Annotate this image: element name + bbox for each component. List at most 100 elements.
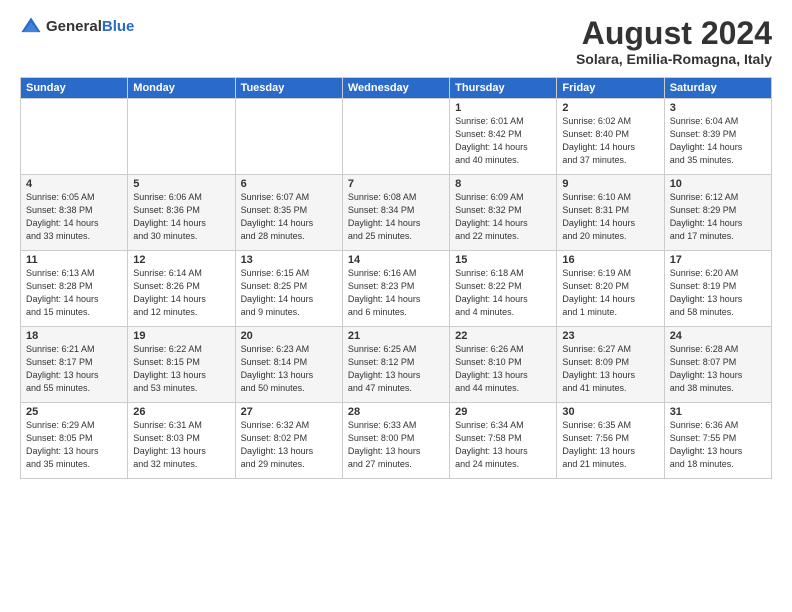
day-info: Sunrise: 6:34 AM Sunset: 7:58 PM Dayligh… [455, 419, 551, 471]
calendar-cell: 11Sunrise: 6:13 AM Sunset: 8:28 PM Dayli… [21, 251, 128, 327]
day-info: Sunrise: 6:19 AM Sunset: 8:20 PM Dayligh… [562, 267, 658, 319]
day-number: 27 [241, 406, 337, 418]
day-number: 24 [670, 330, 766, 342]
calendar-cell [235, 99, 342, 175]
calendar-cell: 10Sunrise: 6:12 AM Sunset: 8:29 PM Dayli… [664, 175, 771, 251]
location: Solara, Emilia-Romagna, Italy [576, 51, 772, 67]
calendar-week-row: 11Sunrise: 6:13 AM Sunset: 8:28 PM Dayli… [21, 251, 772, 327]
logo: GeneralBlue [20, 16, 134, 38]
calendar-cell: 22Sunrise: 6:26 AM Sunset: 8:10 PM Dayli… [450, 327, 557, 403]
calendar-cell: 23Sunrise: 6:27 AM Sunset: 8:09 PM Dayli… [557, 327, 664, 403]
calendar-day-header: Wednesday [342, 78, 449, 99]
day-number: 10 [670, 178, 766, 190]
day-info: Sunrise: 6:04 AM Sunset: 8:39 PM Dayligh… [670, 115, 766, 167]
day-info: Sunrise: 6:29 AM Sunset: 8:05 PM Dayligh… [26, 419, 122, 471]
calendar-cell: 26Sunrise: 6:31 AM Sunset: 8:03 PM Dayli… [128, 403, 235, 479]
logo-general: General [46, 18, 102, 35]
day-info: Sunrise: 6:33 AM Sunset: 8:00 PM Dayligh… [348, 419, 444, 471]
day-info: Sunrise: 6:23 AM Sunset: 8:14 PM Dayligh… [241, 343, 337, 395]
day-info: Sunrise: 6:26 AM Sunset: 8:10 PM Dayligh… [455, 343, 551, 395]
day-number: 4 [26, 178, 122, 190]
calendar: SundayMondayTuesdayWednesdayThursdayFrid… [20, 77, 772, 479]
day-info: Sunrise: 6:18 AM Sunset: 8:22 PM Dayligh… [455, 267, 551, 319]
day-info: Sunrise: 6:12 AM Sunset: 8:29 PM Dayligh… [670, 191, 766, 243]
day-number: 28 [348, 406, 444, 418]
day-number: 31 [670, 406, 766, 418]
calendar-cell: 14Sunrise: 6:16 AM Sunset: 8:23 PM Dayli… [342, 251, 449, 327]
calendar-day-header: Saturday [664, 78, 771, 99]
day-info: Sunrise: 6:28 AM Sunset: 8:07 PM Dayligh… [670, 343, 766, 395]
calendar-cell: 29Sunrise: 6:34 AM Sunset: 7:58 PM Dayli… [450, 403, 557, 479]
calendar-day-header: Tuesday [235, 78, 342, 99]
calendar-cell: 20Sunrise: 6:23 AM Sunset: 8:14 PM Dayli… [235, 327, 342, 403]
day-info: Sunrise: 6:20 AM Sunset: 8:19 PM Dayligh… [670, 267, 766, 319]
day-info: Sunrise: 6:35 AM Sunset: 7:56 PM Dayligh… [562, 419, 658, 471]
day-info: Sunrise: 6:02 AM Sunset: 8:40 PM Dayligh… [562, 115, 658, 167]
day-number: 30 [562, 406, 658, 418]
day-info: Sunrise: 6:10 AM Sunset: 8:31 PM Dayligh… [562, 191, 658, 243]
calendar-cell: 19Sunrise: 6:22 AM Sunset: 8:15 PM Dayli… [128, 327, 235, 403]
day-info: Sunrise: 6:06 AM Sunset: 8:36 PM Dayligh… [133, 191, 229, 243]
day-info: Sunrise: 6:08 AM Sunset: 8:34 PM Dayligh… [348, 191, 444, 243]
day-number: 25 [26, 406, 122, 418]
day-number: 14 [348, 254, 444, 266]
day-number: 22 [455, 330, 551, 342]
day-number: 21 [348, 330, 444, 342]
calendar-cell: 2Sunrise: 6:02 AM Sunset: 8:40 PM Daylig… [557, 99, 664, 175]
day-info: Sunrise: 6:25 AM Sunset: 8:12 PM Dayligh… [348, 343, 444, 395]
day-number: 17 [670, 254, 766, 266]
calendar-cell: 1Sunrise: 6:01 AM Sunset: 8:42 PM Daylig… [450, 99, 557, 175]
calendar-cell: 13Sunrise: 6:15 AM Sunset: 8:25 PM Dayli… [235, 251, 342, 327]
day-info: Sunrise: 6:15 AM Sunset: 8:25 PM Dayligh… [241, 267, 337, 319]
calendar-cell [128, 99, 235, 175]
day-info: Sunrise: 6:21 AM Sunset: 8:17 PM Dayligh… [26, 343, 122, 395]
calendar-cell: 12Sunrise: 6:14 AM Sunset: 8:26 PM Dayli… [128, 251, 235, 327]
calendar-cell: 18Sunrise: 6:21 AM Sunset: 8:17 PM Dayli… [21, 327, 128, 403]
calendar-week-row: 18Sunrise: 6:21 AM Sunset: 8:17 PM Dayli… [21, 327, 772, 403]
logo-blue: Blue [102, 18, 135, 35]
calendar-cell [342, 99, 449, 175]
calendar-cell: 8Sunrise: 6:09 AM Sunset: 8:32 PM Daylig… [450, 175, 557, 251]
calendar-day-header: Sunday [21, 78, 128, 99]
day-number: 6 [241, 178, 337, 190]
header: GeneralBlue August 2024 Solara, Emilia-R… [20, 16, 772, 67]
calendar-cell: 30Sunrise: 6:35 AM Sunset: 7:56 PM Dayli… [557, 403, 664, 479]
day-number: 2 [562, 102, 658, 114]
calendar-cell: 27Sunrise: 6:32 AM Sunset: 8:02 PM Dayli… [235, 403, 342, 479]
calendar-week-row: 25Sunrise: 6:29 AM Sunset: 8:05 PM Dayli… [21, 403, 772, 479]
day-number: 13 [241, 254, 337, 266]
day-number: 23 [562, 330, 658, 342]
day-info: Sunrise: 6:27 AM Sunset: 8:09 PM Dayligh… [562, 343, 658, 395]
calendar-cell: 6Sunrise: 6:07 AM Sunset: 8:35 PM Daylig… [235, 175, 342, 251]
day-number: 11 [26, 254, 122, 266]
day-info: Sunrise: 6:05 AM Sunset: 8:38 PM Dayligh… [26, 191, 122, 243]
day-number: 26 [133, 406, 229, 418]
calendar-week-row: 1Sunrise: 6:01 AM Sunset: 8:42 PM Daylig… [21, 99, 772, 175]
calendar-header-row: SundayMondayTuesdayWednesdayThursdayFrid… [21, 78, 772, 99]
day-number: 12 [133, 254, 229, 266]
calendar-cell: 31Sunrise: 6:36 AM Sunset: 7:55 PM Dayli… [664, 403, 771, 479]
day-number: 15 [455, 254, 551, 266]
calendar-cell: 5Sunrise: 6:06 AM Sunset: 8:36 PM Daylig… [128, 175, 235, 251]
day-info: Sunrise: 6:13 AM Sunset: 8:28 PM Dayligh… [26, 267, 122, 319]
day-number: 3 [670, 102, 766, 114]
day-info: Sunrise: 6:16 AM Sunset: 8:23 PM Dayligh… [348, 267, 444, 319]
day-info: Sunrise: 6:31 AM Sunset: 8:03 PM Dayligh… [133, 419, 229, 471]
day-number: 8 [455, 178, 551, 190]
day-info: Sunrise: 6:32 AM Sunset: 8:02 PM Dayligh… [241, 419, 337, 471]
calendar-cell: 3Sunrise: 6:04 AM Sunset: 8:39 PM Daylig… [664, 99, 771, 175]
calendar-cell: 28Sunrise: 6:33 AM Sunset: 8:00 PM Dayli… [342, 403, 449, 479]
day-info: Sunrise: 6:01 AM Sunset: 8:42 PM Dayligh… [455, 115, 551, 167]
calendar-day-header: Friday [557, 78, 664, 99]
calendar-cell: 25Sunrise: 6:29 AM Sunset: 8:05 PM Dayli… [21, 403, 128, 479]
day-info: Sunrise: 6:22 AM Sunset: 8:15 PM Dayligh… [133, 343, 229, 395]
calendar-cell: 24Sunrise: 6:28 AM Sunset: 8:07 PM Dayli… [664, 327, 771, 403]
calendar-cell: 16Sunrise: 6:19 AM Sunset: 8:20 PM Dayli… [557, 251, 664, 327]
calendar-cell: 17Sunrise: 6:20 AM Sunset: 8:19 PM Dayli… [664, 251, 771, 327]
calendar-cell [21, 99, 128, 175]
month-year: August 2024 [576, 16, 772, 51]
day-info: Sunrise: 6:14 AM Sunset: 8:26 PM Dayligh… [133, 267, 229, 319]
day-number: 19 [133, 330, 229, 342]
calendar-day-header: Thursday [450, 78, 557, 99]
calendar-cell: 7Sunrise: 6:08 AM Sunset: 8:34 PM Daylig… [342, 175, 449, 251]
